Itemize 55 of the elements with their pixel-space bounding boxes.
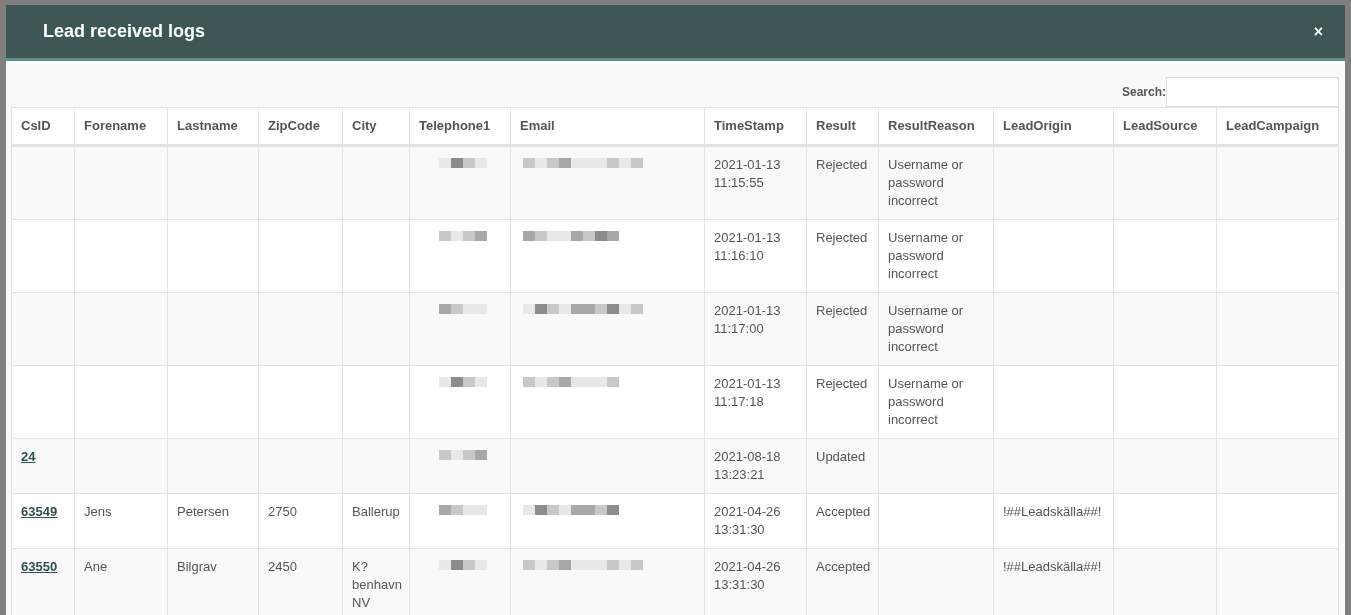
table-cell: 2750: [268, 504, 297, 519]
table-cell: Rejected: [816, 230, 868, 245]
table-cell: Accepted: [816, 504, 871, 519]
search-field[interactable]: [1166, 77, 1339, 107]
close-button[interactable]: ×: [1311, 19, 1325, 44]
table-cell: 2021-01-13 11:16:10: [714, 230, 781, 263]
table-cell: Username or password incorrect: [888, 303, 964, 354]
table-cell: Username or password incorrect: [888, 376, 964, 427]
column-header[interactable]: ZipCode: [258, 107, 343, 146]
table-cell: 2450: [268, 559, 297, 574]
dialog-title: Lead received logs: [43, 20, 206, 43]
table-cell: Rejected: [816, 376, 868, 391]
table-cell: 2021-01-13 11:15:55: [714, 157, 781, 190]
search-label: Search:: [1121, 84, 1166, 101]
record-link[interactable]: 63550: [21, 559, 58, 574]
column-header[interactable]: Email: [510, 107, 705, 146]
column-header[interactable]: LeadCampaign: [1216, 107, 1339, 146]
column-header[interactable]: LeadOrigin: [993, 107, 1114, 146]
table-cell: !##Leadskälla##!: [1003, 504, 1102, 519]
column-header[interactable]: Forename: [74, 107, 168, 146]
table-cell: K? benhavn NV: [352, 559, 402, 610]
table-cell: Username or password incorrect: [888, 157, 964, 208]
table-cell: 2021-04-26 13:31:30: [714, 559, 781, 592]
table-cell: Ane: [84, 559, 108, 574]
redacted-drawing: [439, 560, 487, 570]
table-cell: Rejected: [816, 157, 868, 172]
column-header[interactable]: TimeStamp: [704, 107, 807, 146]
column-header[interactable]: ResultReason: [878, 107, 994, 146]
table-cell: 2021-08-18 13:23:21: [714, 449, 781, 482]
table-cell: 2021-04-26 13:31:30: [714, 504, 781, 537]
table-cell: Username or password incorrect: [888, 230, 964, 281]
table-cell: Bilgrav: [177, 559, 217, 574]
column-header[interactable]: City: [342, 107, 410, 146]
redacted-drawing: [439, 304, 487, 314]
column-header[interactable]: CsID: [11, 107, 75, 146]
table-cell: Accepted: [816, 559, 871, 574]
table-cell: Updated: [816, 449, 866, 464]
redacted-drawing: [439, 158, 487, 168]
redacted-drawing: [439, 231, 487, 241]
table-cell: Jens: [84, 504, 112, 519]
column-header[interactable]: Lastname: [167, 107, 259, 146]
table-cell: 2021-01-13 11:17:00: [714, 303, 781, 336]
column-header[interactable]: Telephone1: [409, 107, 511, 146]
record-link[interactable]: 24: [21, 449, 36, 464]
table-cell: !##Leadskälla##!: [1003, 559, 1102, 574]
redacted-drawing: [439, 450, 487, 460]
column-header[interactable]: LeadSource: [1113, 107, 1217, 146]
record-link[interactable]: 63549: [21, 504, 58, 519]
table-cell: Petersen: [177, 504, 230, 519]
table-cell: 2021-01-13 11:17:18: [714, 376, 781, 409]
table-cell: Ballerup: [352, 504, 400, 519]
redacted-drawing: [439, 377, 487, 387]
table-cell: Rejected: [816, 303, 868, 318]
redacted-drawing: [439, 505, 487, 515]
column-header[interactable]: Result: [806, 107, 879, 146]
